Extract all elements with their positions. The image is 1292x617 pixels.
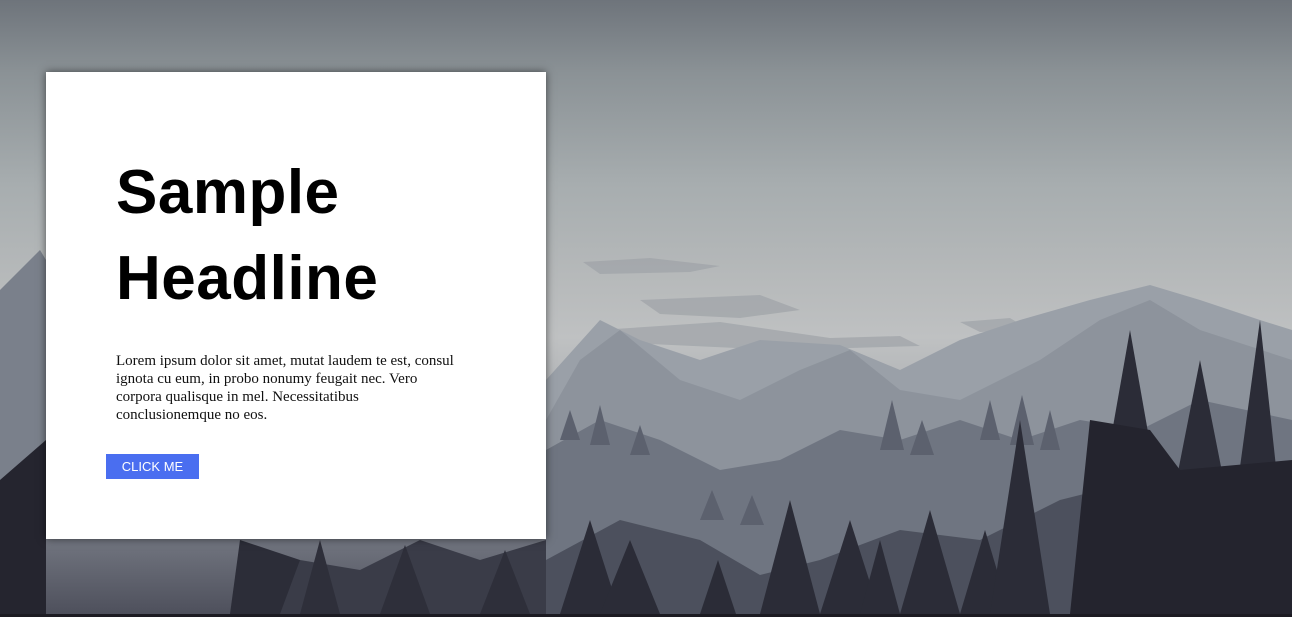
headline-line-2: Headline bbox=[116, 244, 379, 313]
page-title: Sample Headline bbox=[116, 150, 516, 322]
hero-card: Sample Headline Lorem ipsum dolor sit am… bbox=[46, 72, 546, 539]
hero-body-text: Lorem ipsum dolor sit amet, mutat laudem… bbox=[116, 353, 454, 423]
hero-section: Sample Headline Lorem ipsum dolor sit am… bbox=[0, 0, 1292, 614]
headline-line-1: Sample bbox=[116, 158, 340, 227]
click-me-button[interactable]: CLICK ME bbox=[106, 454, 199, 479]
